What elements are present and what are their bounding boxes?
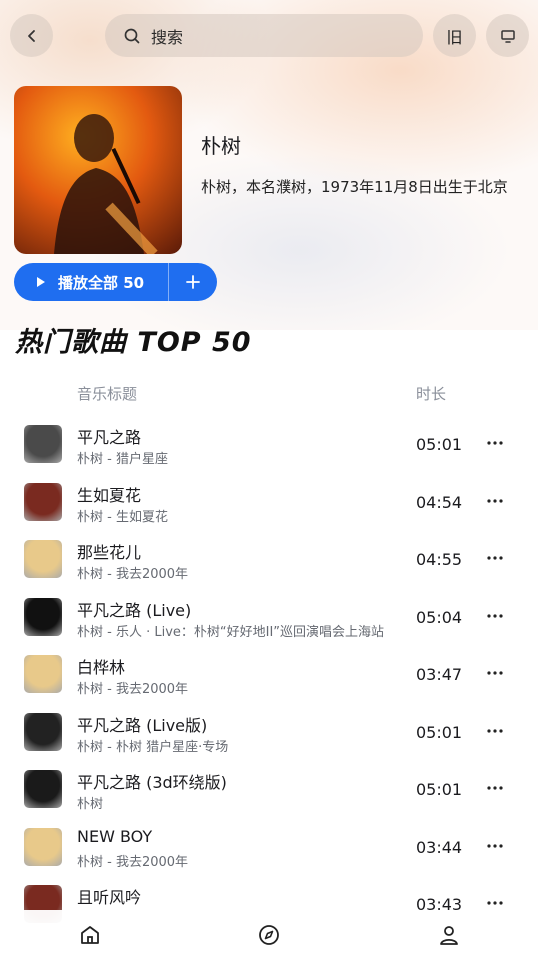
- more-options-button[interactable]: [485, 836, 505, 856]
- song-title: 平凡之路 (3d环绕版): [77, 773, 227, 792]
- play-icon: [37, 277, 45, 287]
- artist-name: 朴树: [201, 134, 241, 158]
- more-options-button[interactable]: [485, 663, 505, 683]
- song-title: 白桦林: [77, 658, 126, 677]
- bottom-nav: [0, 910, 538, 958]
- song-subtitle: 朴树 - 我去2000年: [77, 854, 189, 870]
- song-title: 那些花儿: [77, 543, 142, 562]
- song-thumbnail: [24, 827, 62, 866]
- more-options-button[interactable]: [485, 491, 505, 511]
- nav-home[interactable]: [77, 922, 103, 948]
- chevron-left-icon: [27, 29, 35, 42]
- mode-toggle-button[interactable]: 旧: [433, 14, 476, 57]
- user-icon: [440, 926, 458, 945]
- song-title: NEW BOY: [77, 826, 153, 846]
- more-options-button[interactable]: [485, 721, 505, 741]
- song-duration: 04:54: [416, 492, 463, 512]
- nav-discover[interactable]: [256, 922, 282, 948]
- song-duration: 04:55: [416, 550, 463, 569]
- song-title: 平凡之路 (Live版): [77, 715, 208, 735]
- more-options-button[interactable]: [485, 778, 505, 798]
- song-title: 生如夏花: [77, 485, 142, 505]
- search-icon: [124, 28, 140, 43]
- mode-toggle-label: 旧: [446, 27, 463, 47]
- more-dots-icon: [487, 786, 503, 790]
- more-dots-icon: [487, 843, 503, 848]
- nav-profile[interactable]: [436, 922, 462, 948]
- song-row[interactable]: 生如夏花朴树 - 生如夏花 04:54: [0, 473, 538, 531]
- more-dots-icon: [487, 901, 503, 905]
- song-thumbnail: [24, 425, 62, 463]
- song-title: 且听风吟: [77, 888, 142, 907]
- artist-photo: [54, 114, 158, 254]
- song-thumbnail: [24, 540, 62, 578]
- song-row[interactable]: 平凡之路朴树 - 猎户星座 05:01: [0, 415, 538, 473]
- play-all-label: 播放全部 50: [58, 273, 145, 292]
- more-dots-icon: [487, 671, 503, 675]
- song-subtitle: 朴树 - 朴树 猎户星座·专场: [77, 739, 229, 755]
- play-all-button[interactable]: 播放全部 50: [14, 263, 168, 301]
- song-duration: 03:44: [416, 837, 463, 857]
- song-thumbnail: [24, 770, 62, 808]
- top-bar: 搜索 旧: [10, 14, 530, 58]
- song-title: 平凡之路 (Live): [77, 600, 192, 620]
- song-row[interactable]: 平凡之路 (Live版) 朴树 - 朴树 猎户星座·专场 05:01: [0, 703, 538, 761]
- song-duration: 05:01: [416, 435, 463, 454]
- column-header-title: 音乐标题: [77, 385, 138, 403]
- song-row[interactable]: 平凡之路 (3d环绕版) 朴树 05:01: [0, 760, 538, 818]
- song-thumbnail: [24, 482, 62, 521]
- song-subtitle: 朴树 - 乐人 · Live：朴树“好好地II”巡回演唱会上海站: [77, 624, 385, 640]
- monitor-icon: [500, 29, 515, 43]
- song-row[interactable]: 那些花儿朴树 - 我去2000年 04:55: [0, 530, 538, 588]
- more-dots-icon: [487, 441, 503, 445]
- more-dots-icon: [487, 498, 503, 503]
- play-action-group: 播放全部 50: [14, 263, 217, 301]
- song-subtitle: 朴树 - 我去2000年: [77, 682, 189, 697]
- song-list: 平凡之路朴树 - 猎户星座 05:01 生如夏花朴树 - 生如夏花 04:54 那些花儿…: [0, 415, 538, 933]
- back-button[interactable]: [10, 14, 53, 57]
- song-row[interactable]: 平凡之路 (Live) 朴树 - 乐人 · Live：朴树“好好地II”巡回演唱会…: [0, 588, 538, 646]
- more-options-button[interactable]: [485, 433, 505, 453]
- song-duration: 03:47: [416, 665, 463, 684]
- search-placeholder: 搜索: [151, 27, 184, 47]
- song-duration: 05:01: [416, 780, 463, 799]
- artist-description[interactable]: 朴树，本名濮树，1973年11月8日出生于北京: [201, 176, 526, 197]
- song-thumbnail: [24, 655, 62, 693]
- song-subtitle: 朴树 - 生如夏花: [77, 509, 168, 525]
- song-title: 平凡之路: [77, 428, 142, 447]
- song-row[interactable]: NEW BOY 朴树 - 我去2000年 03:44: [0, 818, 538, 876]
- song-subtitle: 朴树 - 我去2000年: [77, 567, 189, 582]
- song-thumbnail: [24, 597, 62, 636]
- plus-icon: [186, 275, 200, 289]
- home-icon: [81, 926, 99, 944]
- section-title: 热门歌曲 TOP 50: [15, 327, 252, 358]
- song-subtitle: 朴树: [77, 797, 104, 812]
- song-subtitle: 朴树 - 猎户星座: [77, 452, 168, 467]
- more-options-button[interactable]: [485, 606, 505, 626]
- song-duration: 05:01: [416, 722, 463, 742]
- more-dots-icon: [487, 728, 503, 733]
- screen-button[interactable]: [486, 14, 529, 57]
- song-thumbnail: [24, 712, 62, 751]
- more-dots-icon: [487, 556, 503, 560]
- add-all-button[interactable]: [169, 263, 217, 301]
- song-duration: 05:04: [416, 607, 463, 627]
- more-options-button[interactable]: [485, 548, 505, 568]
- column-header-duration: 时长: [416, 385, 447, 403]
- compass-icon: [259, 925, 279, 945]
- artist-cover: [14, 86, 182, 254]
- search-input[interactable]: 搜索: [105, 14, 423, 57]
- song-row[interactable]: 白桦林朴树 - 我去2000年 03:47: [0, 645, 538, 703]
- more-dots-icon: [487, 613, 503, 618]
